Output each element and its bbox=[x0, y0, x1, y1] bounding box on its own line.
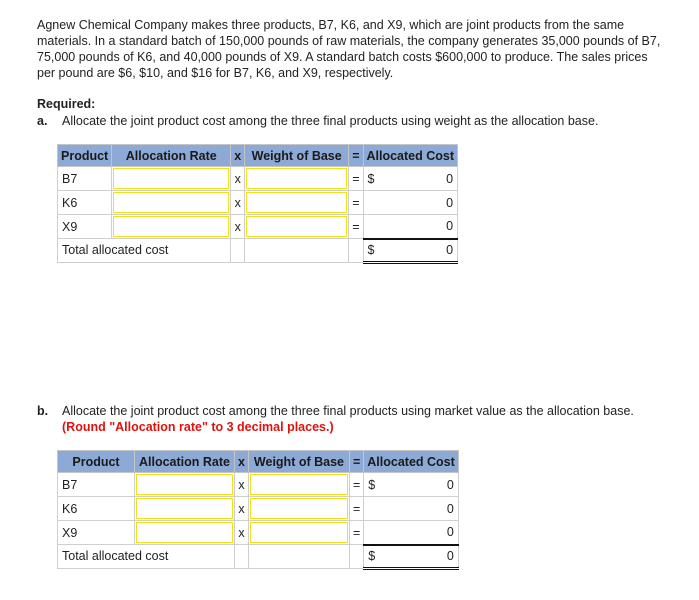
total-label: Total allocated cost bbox=[57, 544, 235, 569]
header-allocated-cost: Allocated Cost bbox=[363, 450, 459, 473]
header-allocation-rate: Allocation Rate bbox=[134, 450, 235, 473]
header-product: Product bbox=[56, 144, 113, 167]
part-a-instruction: a. Allocate the joint product cost among … bbox=[37, 113, 598, 129]
table-row: B7 x = $0 bbox=[56, 166, 459, 191]
currency-sign: $ bbox=[368, 477, 376, 492]
times-sign: x bbox=[234, 520, 249, 545]
total-row: Total allocated cost $0 bbox=[56, 237, 459, 264]
weight-of-base-input[interactable] bbox=[249, 522, 348, 543]
table-row: X9 x = 0 bbox=[56, 214, 459, 239]
equals-sign: = bbox=[348, 472, 365, 497]
weight-of-base-input[interactable] bbox=[249, 498, 348, 519]
equals-sign: = bbox=[348, 166, 364, 191]
part-a-letter: a. bbox=[37, 114, 48, 128]
allocation-rate-input[interactable] bbox=[136, 474, 233, 495]
allocated-cost-value: 0 bbox=[446, 171, 454, 186]
times-sign: x bbox=[234, 496, 249, 521]
rounding-hint: (Round "Allocation rate" to 3 decimal pl… bbox=[62, 420, 334, 434]
product-name: K6 bbox=[57, 496, 135, 521]
allocated-cost-value: 0 bbox=[446, 195, 454, 210]
part-b-letter: b. bbox=[37, 404, 49, 418]
allocation-rate-input[interactable] bbox=[113, 216, 230, 237]
times-sign: x bbox=[234, 472, 249, 497]
product-name: B7 bbox=[57, 472, 135, 497]
currency-sign: $ bbox=[367, 171, 375, 186]
weight-of-base-input[interactable] bbox=[246, 192, 348, 213]
allocation-rate-input[interactable] bbox=[113, 192, 230, 213]
total-allocated-cost: 0 bbox=[446, 243, 454, 257]
product-name: B7 bbox=[56, 166, 113, 191]
part-a-text: Allocate the joint product cost among th… bbox=[62, 114, 599, 128]
header-equals: = bbox=[348, 144, 364, 167]
header-times: x bbox=[230, 144, 246, 167]
equals-sign: = bbox=[348, 496, 365, 521]
total-allocated-cost: 0 bbox=[446, 549, 454, 563]
header-weight-of-base: Weight of Base bbox=[244, 144, 350, 167]
allocation-rate-input[interactable] bbox=[136, 498, 233, 519]
part-b-instruction: b. Allocate the joint product cost among … bbox=[37, 403, 634, 435]
product-name: K6 bbox=[56, 190, 113, 215]
weight-of-base-input[interactable] bbox=[246, 216, 348, 237]
allocated-cost-value: 0 bbox=[446, 219, 454, 234]
equals-sign: = bbox=[348, 214, 364, 239]
weight-allocation-table: Product Allocation Rate x Weight of Base… bbox=[56, 144, 459, 264]
table-row: K6 x = 0 bbox=[57, 496, 459, 521]
times-sign: x bbox=[230, 214, 246, 239]
currency-sign: $ bbox=[368, 549, 376, 563]
header-allocated-cost: Allocated Cost bbox=[362, 144, 459, 167]
times-sign: x bbox=[230, 190, 246, 215]
table-row: X9 x = 0 bbox=[57, 520, 459, 545]
weight-of-base-input[interactable] bbox=[246, 168, 348, 189]
currency-sign: $ bbox=[367, 243, 375, 257]
problem-intro: Agnew Chemical Company makes three produ… bbox=[37, 18, 661, 80]
allocated-cost-value: 0 bbox=[446, 525, 454, 540]
allocation-rate-input[interactable] bbox=[136, 522, 233, 543]
part-b-text: Allocate the joint product cost among th… bbox=[62, 404, 634, 418]
header-product: Product bbox=[57, 450, 135, 473]
total-label: Total allocated cost bbox=[56, 238, 232, 263]
product-name: X9 bbox=[56, 214, 113, 239]
header-weight-of-base: Weight of Base bbox=[247, 450, 350, 473]
equals-sign: = bbox=[348, 520, 365, 545]
allocation-rate-input[interactable] bbox=[113, 168, 230, 189]
header-times: x bbox=[234, 450, 249, 473]
table-row: B7 x = $0 bbox=[57, 472, 459, 497]
required-label: Required: bbox=[37, 97, 96, 111]
equals-sign: = bbox=[348, 190, 364, 215]
weight-of-base-input[interactable] bbox=[249, 474, 348, 495]
product-name: X9 bbox=[57, 520, 135, 545]
allocated-cost-value: 0 bbox=[446, 477, 454, 492]
times-sign: x bbox=[230, 166, 246, 191]
total-row: Total allocated cost $0 bbox=[57, 543, 459, 570]
header-equals: = bbox=[348, 450, 365, 473]
header-allocation-rate: Allocation Rate bbox=[111, 144, 232, 167]
table-row: K6 x = 0 bbox=[56, 190, 459, 215]
market-value-allocation-table: Product Allocation Rate x Weight of Base… bbox=[57, 450, 459, 570]
allocated-cost-value: 0 bbox=[446, 501, 454, 516]
